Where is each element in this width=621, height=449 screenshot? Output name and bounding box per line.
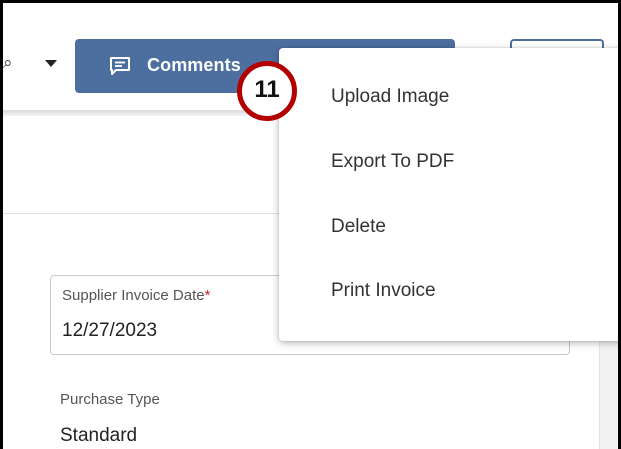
purchase-type-label: Purchase Type xyxy=(60,391,160,408)
comment-bubble-icon xyxy=(110,57,130,75)
purchase-type-value: Standard xyxy=(60,425,138,446)
menu-item-delete[interactable]: Delete xyxy=(279,196,618,260)
supplier-invoice-date-value: 12/27/2023 xyxy=(62,320,158,341)
supplier-invoice-date-label: Supplier Invoice Date* xyxy=(62,287,211,304)
step-callout-number: 11 xyxy=(254,76,280,103)
actions-dropdown-menu: Upload Image Export To PDF Delete Print … xyxy=(279,48,618,341)
menu-item-print-invoice[interactable]: Print Invoice xyxy=(279,260,618,324)
partial-control-icon: ⌕ xyxy=(3,53,13,72)
comments-button-label: Comments xyxy=(147,55,241,75)
step-callout-badge: 11 xyxy=(237,61,297,121)
required-marker: * xyxy=(204,287,211,304)
chevron-down-icon[interactable] xyxy=(45,60,57,67)
menu-item-upload-image[interactable]: Upload Image xyxy=(279,66,618,130)
screenshot-frame: ⌕ Comments Supplier Invoice Date* 12/27/… xyxy=(0,0,621,449)
menu-item-export-to-pdf[interactable]: Export To PDF xyxy=(279,131,618,195)
